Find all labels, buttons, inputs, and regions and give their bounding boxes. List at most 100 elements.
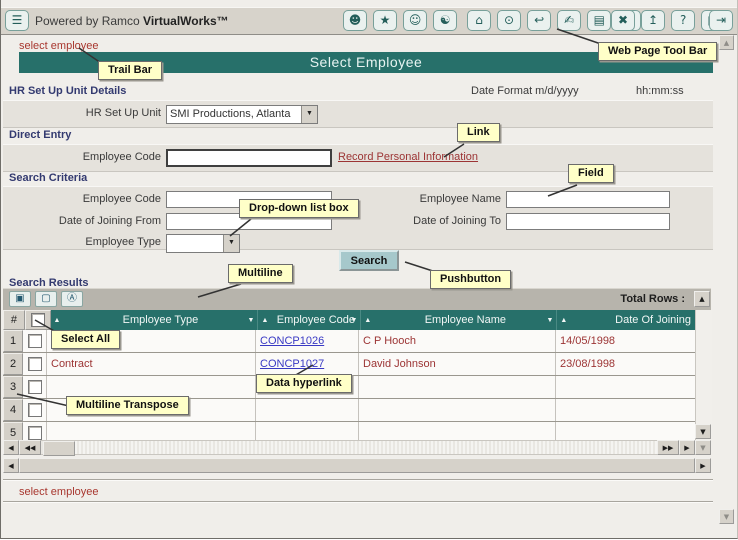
toolbar-group-user: ☻ ★ ☺ ☯ bbox=[343, 8, 460, 34]
pagination-track[interactable] bbox=[41, 440, 657, 455]
row-checkbox[interactable] bbox=[28, 426, 42, 440]
scroll-down-icon[interactable]: ▼ bbox=[695, 440, 711, 455]
row-checkbox[interactable] bbox=[28, 380, 42, 394]
exit-icon[interactable]: ⇥ bbox=[709, 10, 733, 31]
close-icon[interactable]: ✖ bbox=[611, 10, 635, 31]
chevron-down-icon[interactable]: ▼ bbox=[223, 235, 239, 252]
column-header-date-of-joining[interactable]: ▲ Date Of Joining bbox=[557, 310, 695, 330]
chevron-down-icon[interactable]: ▼ bbox=[301, 106, 317, 123]
row-checkbox[interactable] bbox=[28, 357, 42, 371]
undo-icon[interactable]: ↩ bbox=[527, 10, 551, 31]
grid-vertical-scrollbar[interactable] bbox=[695, 310, 712, 440]
record-personal-information-link[interactable]: Record Personal Information bbox=[338, 151, 478, 163]
callout-field: Field bbox=[568, 164, 614, 183]
pagination-thumb[interactable] bbox=[43, 441, 75, 456]
total-rows-label: Total Rows : bbox=[620, 293, 685, 305]
row-checkbox[interactable] bbox=[28, 334, 42, 348]
divider bbox=[3, 501, 713, 503]
key-icon[interactable]: ⊙ bbox=[497, 10, 521, 31]
employee-name-input[interactable] bbox=[506, 191, 670, 208]
filter-icon[interactable]: ▼ bbox=[546, 317, 553, 324]
grid-scroll-up-icon[interactable]: ▲ bbox=[694, 291, 710, 307]
print-icon[interactable]: ▣ bbox=[9, 291, 31, 307]
row-checkbox-cell bbox=[23, 330, 47, 352]
page-first-icon[interactable]: ◀◀ bbox=[19, 440, 41, 455]
employee-name-cell: David Johnson bbox=[359, 353, 556, 375]
filter-icon[interactable]: ▼ bbox=[350, 317, 357, 324]
sort-asc-icon[interactable]: ▲ bbox=[364, 317, 371, 324]
employee-type-cell: Contract bbox=[47, 353, 256, 375]
row-number-header[interactable]: # bbox=[3, 310, 25, 330]
page-scroll-down-icon[interactable]: ▼ bbox=[719, 509, 734, 524]
table-row: 2 Contract CONCP1027 David Johnson 23/08… bbox=[3, 353, 695, 376]
date-format-text: Date Format m/d/yyyy bbox=[471, 85, 591, 97]
scroll-left-icon[interactable]: ◀ bbox=[3, 458, 19, 473]
horizontal-scrollbar: ◀ ▶ bbox=[3, 458, 711, 473]
search-button[interactable]: Search bbox=[339, 250, 399, 271]
column-label: Employee Type bbox=[63, 314, 257, 326]
row-number-cell[interactable]: 4 bbox=[3, 399, 23, 421]
employee-code-cell: CONCP1027 bbox=[256, 353, 359, 375]
select-all-header-cell bbox=[25, 310, 51, 330]
page-previous-icon[interactable]: ◀ bbox=[3, 440, 19, 455]
scroll-right-icon[interactable]: ▶ bbox=[695, 458, 711, 473]
row-number-cell[interactable]: 1 bbox=[3, 330, 23, 352]
search-criteria-band: Employee Code Employee Name Date of Join… bbox=[3, 186, 713, 250]
employee-code-link[interactable]: CONCP1026 bbox=[260, 335, 324, 347]
date-of-joining-to-input[interactable] bbox=[506, 213, 670, 230]
row-number-cell[interactable]: 2 bbox=[3, 353, 23, 375]
row-checkbox[interactable] bbox=[28, 403, 42, 417]
section-heading-direct-entry: Direct Entry bbox=[9, 129, 71, 141]
callout-select-all: Select All bbox=[51, 330, 120, 349]
date-of-joining-from-label: Date of Joining From bbox=[3, 215, 161, 227]
sort-asc-icon[interactable]: ▲ bbox=[54, 317, 61, 324]
document-icon[interactable]: ▤ bbox=[587, 10, 611, 31]
hr-set-up-unit-value: SMI Productions, Atlanta bbox=[170, 108, 301, 120]
trail-bar-link-top[interactable]: select employee bbox=[19, 40, 99, 52]
select-all-checkbox[interactable] bbox=[31, 313, 45, 327]
callout-pushbutton: Pushbutton bbox=[430, 270, 511, 289]
employee-code-direct-input[interactable] bbox=[166, 149, 332, 167]
employee-name-cell bbox=[359, 376, 556, 398]
user-icon[interactable]: ☻ bbox=[343, 10, 367, 31]
application-window: ☰ Powered by Ramco VirtualWorks™ ☻ ★ ☺ ☯… bbox=[0, 0, 738, 539]
employee-name-cell bbox=[359, 399, 556, 421]
brand-name: VirtualWorks™ bbox=[143, 14, 229, 28]
callout-trail-bar: Trail Bar bbox=[98, 61, 162, 80]
row-number-cell[interactable]: 3 bbox=[3, 376, 23, 398]
page-next-icon[interactable]: ▶ bbox=[679, 440, 695, 455]
row-checkbox-cell bbox=[23, 353, 47, 375]
column-header-employee-name[interactable]: ▲ Employee Name ▼ bbox=[361, 310, 557, 330]
grid-scroll-down-icon[interactable]: ▼ bbox=[695, 424, 711, 439]
employee-code-cell bbox=[256, 399, 359, 421]
page-scroll-up-icon[interactable]: ▲ bbox=[719, 35, 734, 50]
employee-name-label: Employee Name bbox=[343, 193, 501, 205]
date-of-joining-cell: 14/05/1998 bbox=[556, 330, 695, 352]
upload-icon[interactable]: ↥ bbox=[641, 10, 665, 31]
column-label: Date Of Joining bbox=[570, 314, 695, 326]
trail-bar-link-bottom[interactable]: select employee bbox=[19, 486, 99, 498]
horizontal-scroll-thumb[interactable] bbox=[19, 458, 695, 473]
employee-code-link[interactable]: CONCP1027 bbox=[260, 358, 324, 370]
hr-set-up-unit-select[interactable]: SMI Productions, Atlanta ▼ bbox=[166, 105, 318, 124]
date-of-joining-cell bbox=[556, 399, 695, 421]
powered-prefix: Powered by Ramco bbox=[35, 14, 143, 28]
team-icon[interactable]: ☯ bbox=[433, 10, 457, 31]
help-icon[interactable]: ? bbox=[671, 10, 695, 31]
filter-icon[interactable]: ▼ bbox=[248, 317, 255, 324]
favorites-star-icon[interactable]: ★ bbox=[373, 10, 397, 31]
employee-type-select[interactable]: ▼ bbox=[166, 234, 240, 253]
home-icon[interactable]: ⌂ bbox=[467, 10, 491, 31]
column-label: Employee Name bbox=[374, 314, 556, 326]
sort-asc-icon[interactable]: ▲ bbox=[560, 317, 567, 324]
page-last-icon[interactable]: ▶▶ bbox=[657, 440, 679, 455]
column-header-employee-code[interactable]: ▲ Employee Code ▼ bbox=[258, 310, 361, 330]
callout-multiline: Multiline bbox=[228, 264, 293, 283]
organizer-icon[interactable]: ☰ bbox=[5, 10, 29, 31]
user-note-icon[interactable]: ☺ bbox=[403, 10, 427, 31]
find-icon[interactable]: Ⓐ bbox=[61, 291, 83, 307]
column-header-employee-type[interactable]: ▲ Employee Type ▼ bbox=[51, 310, 259, 330]
signature-icon[interactable]: ✍ bbox=[557, 10, 581, 31]
new-document-icon[interactable]: ▢ bbox=[35, 291, 57, 307]
sort-asc-icon[interactable]: ▲ bbox=[261, 317, 268, 324]
